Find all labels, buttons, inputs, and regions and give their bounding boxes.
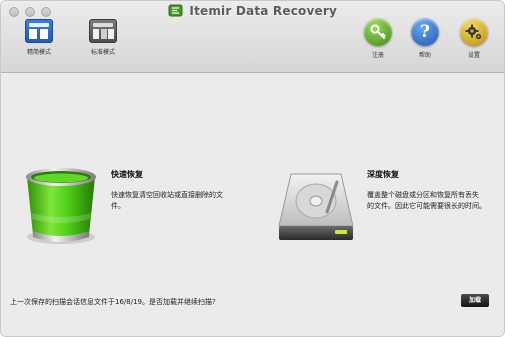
quick-recovery-description-line: 件。 bbox=[111, 202, 125, 210]
window-title-bar: Itemir Data Recovery bbox=[1, 4, 504, 18]
question-icon: ? bbox=[411, 18, 439, 46]
trash-bin-icon bbox=[26, 168, 96, 244]
deep-recovery-option[interactable] bbox=[277, 168, 355, 246]
standard-mode-icon bbox=[89, 19, 117, 43]
gear-icon bbox=[460, 18, 488, 46]
settings-label: 设置 bbox=[467, 52, 480, 59]
load-button[interactable]: 加载 bbox=[461, 294, 489, 307]
simple-mode-icon bbox=[25, 19, 53, 43]
hard-drive-icon bbox=[278, 173, 354, 240]
help-label: 帮助 bbox=[418, 52, 431, 59]
main-content: 快速恢复 快速恢复清空回收站或直接删除的文 件。 深度恢复 覆盖整个磁盘或分区和… bbox=[1, 73, 504, 336]
last-session-status: 上一次保存的扫描会话信息文件于16/8/19。是否加载并继续扫描? bbox=[10, 298, 216, 306]
deep-recovery-description: 覆盖整个磁盘或分区和恢复所有丢失 的文件。因此它可能需要很长的时间。 bbox=[367, 190, 486, 212]
toolbar: Itemir Data Recovery 精简模式 标准模式 注册 ? 帮助 设… bbox=[1, 1, 504, 73]
deep-recovery-description-line: 的文件。因此它可能需要很长的时间。 bbox=[367, 202, 486, 210]
app-title: Itemir Data Recovery bbox=[189, 4, 337, 18]
help-button[interactable]: ? 帮助 bbox=[398, 18, 452, 59]
key-icon bbox=[364, 18, 392, 46]
standard-mode-label: 标准模式 bbox=[90, 49, 115, 56]
quick-recovery-option[interactable] bbox=[19, 165, 104, 247]
register-button[interactable]: 注册 bbox=[351, 18, 405, 59]
deep-recovery-title: 深度恢复 bbox=[367, 170, 399, 179]
standard-mode-button[interactable]: 标准模式 bbox=[76, 19, 130, 56]
register-label: 注册 bbox=[371, 52, 384, 59]
deep-recovery-description-line: 覆盖整个磁盘或分区和恢复所有丢失 bbox=[367, 191, 479, 199]
app-window: Itemir Data Recovery 精简模式 标准模式 注册 ? 帮助 设… bbox=[0, 0, 505, 337]
settings-button[interactable]: 设置 bbox=[447, 18, 501, 59]
app-logo-icon bbox=[168, 4, 183, 17]
simple-mode-button[interactable]: 精简模式 bbox=[12, 19, 66, 56]
quick-recovery-title: 快速恢复 bbox=[111, 170, 143, 179]
quick-recovery-description: 快速恢复清空回收站或直接删除的文 件。 bbox=[111, 190, 223, 212]
quick-recovery-description-line: 快速恢复清空回收站或直接删除的文 bbox=[111, 191, 223, 199]
simple-mode-label: 精简模式 bbox=[26, 49, 51, 56]
